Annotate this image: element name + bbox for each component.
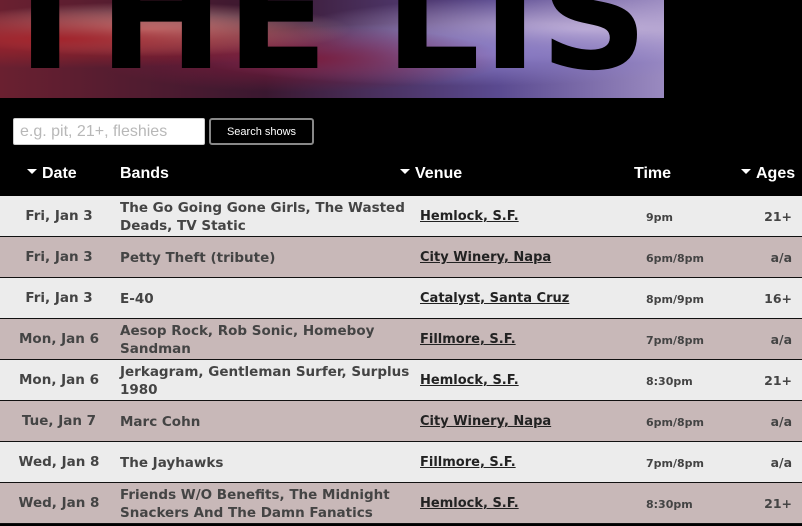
venue-link[interactable]: Catalyst, Santa Cruz [420, 291, 569, 306]
table-header: Date Bands Venue Time Ages [0, 156, 802, 194]
show-bands: The Go Going Gone Girls, The Wasted Dead… [120, 200, 405, 234]
header-time: Time [634, 165, 671, 183]
sort-arrow-icon [400, 169, 410, 175]
show-date: Tue, Jan 7 [21, 413, 97, 429]
show-bands: Friends W/O Benefits, The Midnight Snack… [120, 487, 390, 521]
venue-link[interactable]: Fillmore, S.F. [420, 455, 516, 470]
venue-link[interactable]: Hemlock, S.F. [420, 496, 519, 511]
show-bands: E-40 [120, 291, 154, 307]
table-row: Wed, Jan 8 The Jayhawks Fillmore, S.F. 7… [0, 442, 802, 483]
show-ages: a/a [770, 250, 792, 265]
table-row: Fri, Jan 3 The Go Going Gone Girls, The … [0, 196, 802, 237]
show-time: 6pm/8pm [646, 416, 704, 429]
show-bands: Jerkagram, Gentleman Surfer, Surplus 198… [120, 364, 410, 398]
show-time: 8pm/9pm [646, 293, 704, 306]
show-date: Fri, Jan 3 [25, 290, 93, 306]
show-ages: 16+ [764, 291, 792, 306]
venue-link[interactable]: Hemlock, S.F. [420, 373, 519, 388]
show-bands: Aesop Rock, Rob Sonic, Homeboy Sandman [120, 323, 375, 357]
venue-link[interactable]: City Winery, Napa [420, 250, 551, 265]
show-ages: 21+ [764, 209, 792, 224]
show-date: Mon, Jan 6 [19, 331, 99, 347]
sort-by-ages[interactable]: Ages [741, 165, 795, 183]
show-bands: Petty Theft (tribute) [120, 250, 276, 266]
search-button[interactable]: Search shows [209, 118, 314, 145]
header-bands-label: Bands [120, 165, 169, 182]
show-ages: 21+ [764, 496, 792, 511]
show-date: Mon, Jan 6 [19, 372, 99, 388]
header-bands: Bands [120, 165, 169, 183]
header-date-label: Date [42, 165, 77, 182]
table-row: Fri, Jan 3 E-40 Catalyst, Santa Cruz 8pm… [0, 278, 802, 319]
search-input[interactable] [13, 118, 205, 145]
table-row: Mon, Jan 6 Aesop Rock, Rob Sonic, Homebo… [0, 319, 802, 360]
sort-by-date[interactable]: Date [27, 165, 77, 183]
site-banner: THE LIST [0, 0, 664, 98]
venue-link[interactable]: Fillmore, S.F. [420, 332, 516, 347]
show-time: 7pm/8pm [646, 457, 704, 470]
show-date: Fri, Jan 3 [25, 208, 93, 224]
show-time: 8:30pm [646, 375, 693, 388]
sort-arrow-icon [27, 169, 37, 175]
sort-by-venue[interactable]: Venue [400, 165, 462, 183]
show-time: 9pm [646, 211, 673, 224]
shows-table: Fri, Jan 3 The Go Going Gone Girls, The … [0, 196, 802, 524]
header-venue-label: Venue [415, 165, 463, 182]
show-bands: Marc Cohn [120, 414, 201, 430]
show-ages: a/a [770, 414, 792, 429]
show-date: Wed, Jan 8 [18, 495, 100, 511]
venue-link[interactable]: City Winery, Napa [420, 414, 551, 429]
show-ages: 21+ [764, 373, 792, 388]
header-time-label: Time [634, 165, 672, 182]
header-ages-label: Ages [756, 165, 796, 182]
sort-arrow-icon [741, 169, 751, 175]
table-row: Fri, Jan 3 Petty Theft (tribute) City Wi… [0, 237, 802, 278]
show-date: Fri, Jan 3 [25, 249, 93, 265]
table-row: Mon, Jan 6 Jerkagram, Gentleman Surfer, … [0, 360, 802, 401]
show-time: 6pm/8pm [646, 252, 704, 265]
show-time: 7pm/8pm [646, 334, 704, 347]
show-ages: a/a [770, 455, 792, 470]
show-ages: a/a [770, 332, 792, 347]
table-row: Tue, Jan 7 Marc Cohn City Winery, Napa 6… [0, 401, 802, 442]
venue-link[interactable]: Hemlock, S.F. [420, 209, 519, 224]
show-date: Wed, Jan 8 [18, 454, 100, 470]
table-row: Wed, Jan 8 Friends W/O Benefits, The Mid… [0, 483, 802, 524]
show-time: 8:30pm [646, 498, 693, 511]
show-bands: The Jayhawks [120, 455, 224, 471]
site-title: THE LIST [0, 0, 664, 98]
